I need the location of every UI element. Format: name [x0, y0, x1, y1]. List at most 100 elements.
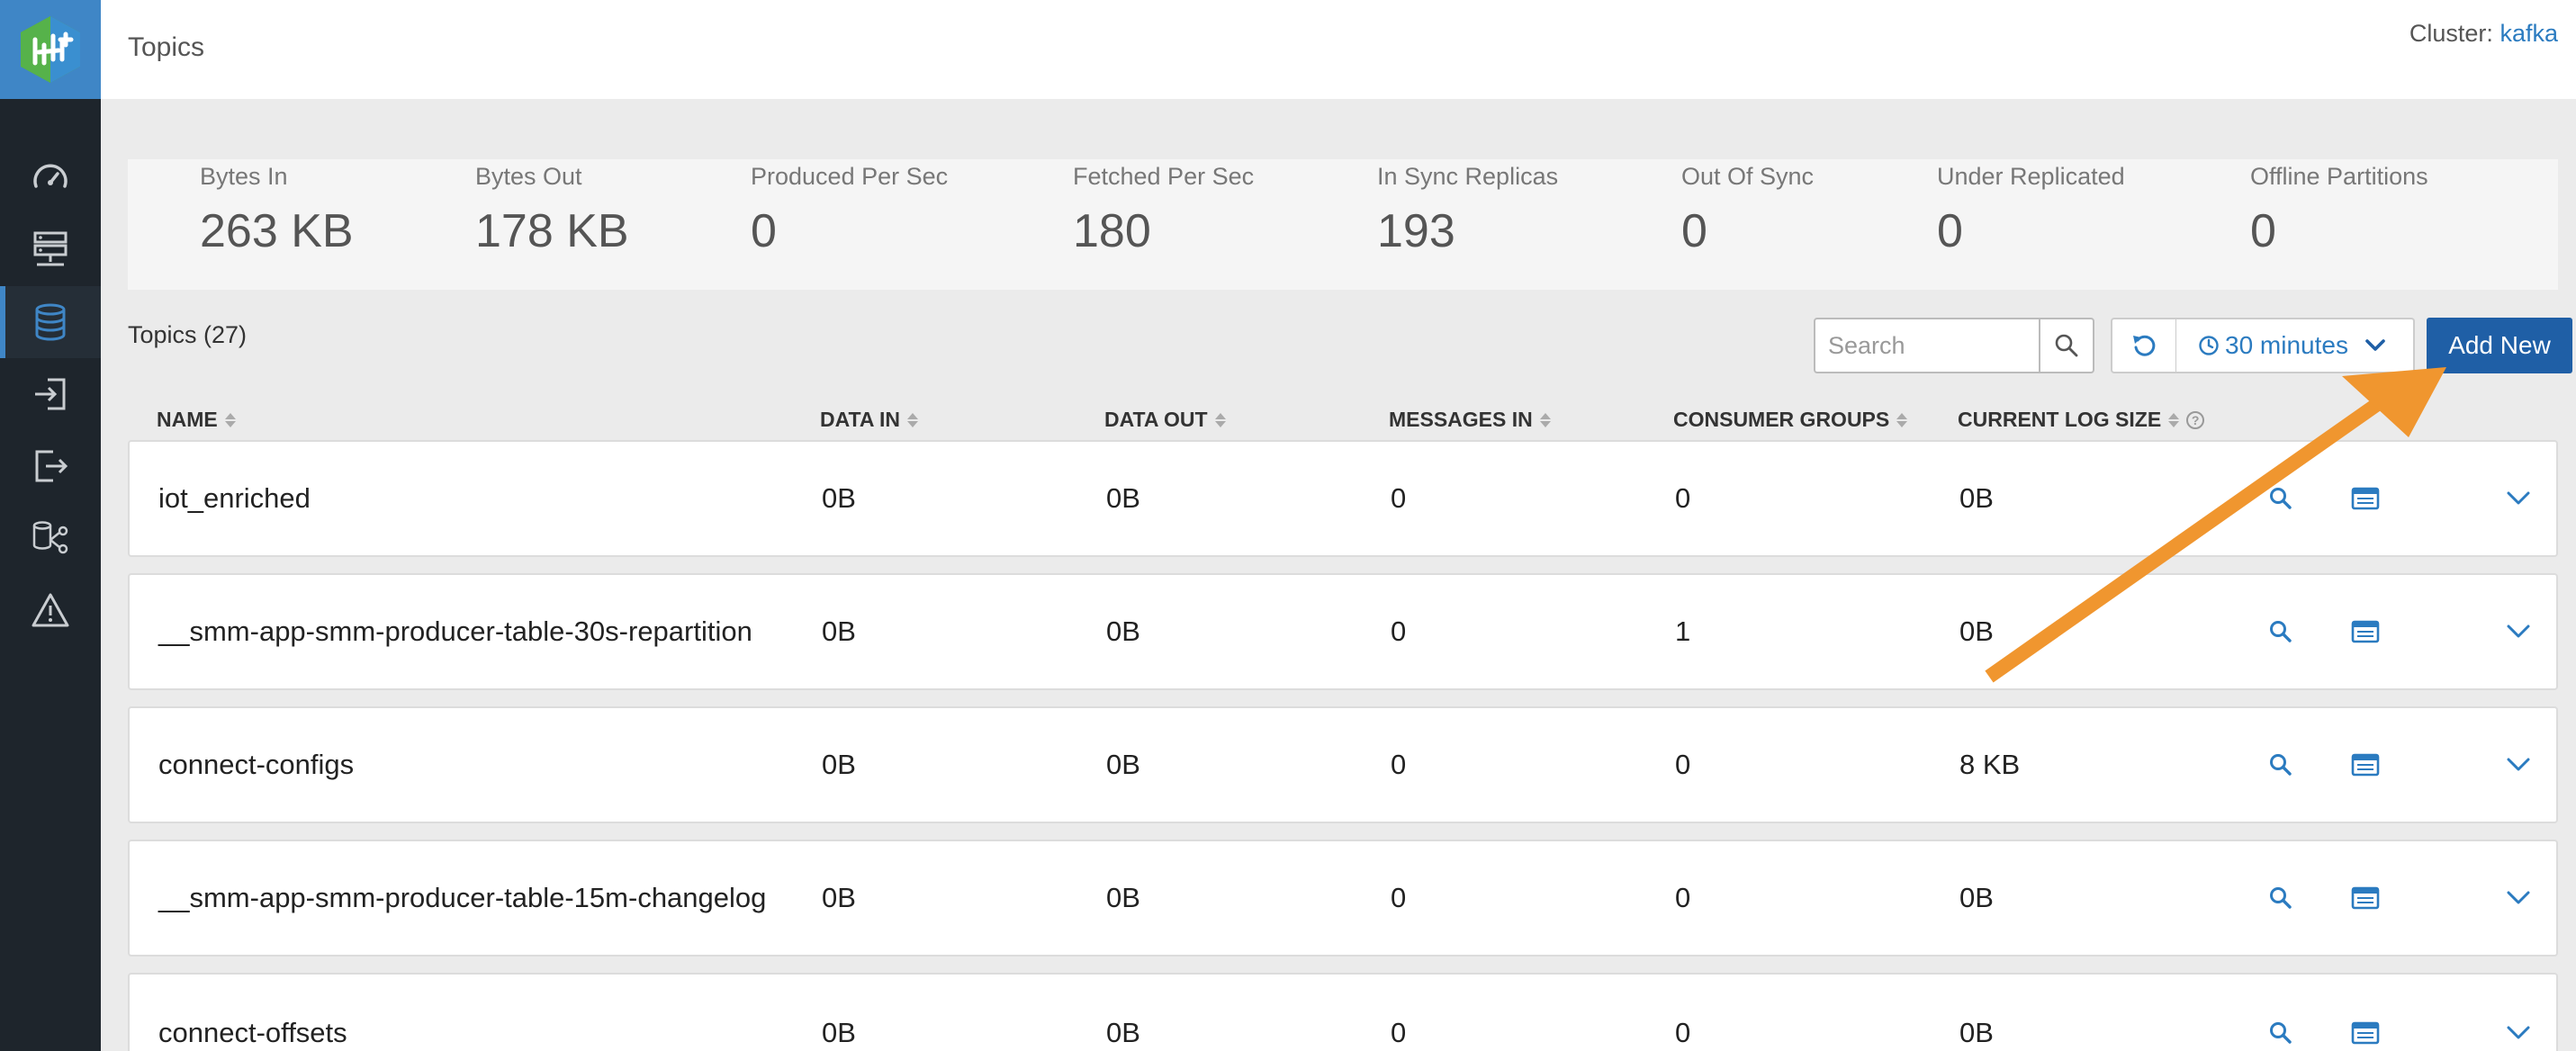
sort-icon — [1214, 412, 1226, 427]
consumers-logout-icon — [35, 450, 68, 482]
profile-card-icon[interactable] — [2346, 442, 2385, 555]
sidebar-item-brokers[interactable] — [0, 214, 101, 286]
clock-icon — [2199, 336, 2219, 355]
sort-icon — [2168, 412, 2180, 427]
stat-value: 263 KB — [200, 205, 354, 257]
dashboard-gauge-icon — [33, 164, 68, 188]
table-row[interactable]: connect-configs 0B 0B 0 0 8 KB — [128, 706, 2558, 823]
time-range-select[interactable]: 30 minutes — [2176, 318, 2415, 373]
messages-in-value: 0 — [1391, 882, 1407, 913]
column-header-data-out[interactable]: DATA OUT — [1104, 408, 1226, 432]
stat-value: 193 — [1377, 205, 1455, 257]
consumer-groups-value: 0 — [1675, 749, 1691, 780]
column-label: DATA IN — [820, 408, 901, 431]
stat-value: 178 KB — [475, 205, 629, 257]
search-input[interactable] — [1815, 319, 2039, 372]
data-explorer-share-icon — [32, 521, 68, 554]
expand-chevron-icon[interactable] — [2500, 975, 2536, 1051]
logo-icon — [21, 16, 80, 83]
sidebar-item-consumers[interactable] — [0, 430, 101, 502]
cluster-link[interactable]: kafka — [2499, 20, 2558, 47]
consumer-groups-value: 1 — [1675, 615, 1691, 647]
expand-chevron-icon[interactable] — [2500, 708, 2536, 822]
data-out-value: 0B — [1106, 482, 1140, 514]
column-label: CONSUMER GROUPS — [1673, 408, 1890, 431]
column-header-data-in[interactable]: DATA IN — [820, 408, 919, 432]
topic-name[interactable]: __smm-app-smm-producer-table-15m-changel… — [158, 841, 766, 955]
data-in-value: 0B — [822, 615, 856, 647]
data-out-value: 0B — [1106, 615, 1140, 647]
profile-card-icon[interactable] — [2346, 975, 2385, 1051]
help-icon[interactable]: ? — [2186, 410, 2205, 429]
expand-chevron-icon[interactable] — [2500, 841, 2536, 955]
log-size-value: 8 KB — [1959, 749, 2021, 780]
stat-value: 0 — [2250, 205, 2276, 257]
search-data-icon[interactable] — [2263, 575, 2299, 688]
data-in-value: 0B — [822, 1017, 856, 1048]
search-data-icon[interactable] — [2263, 708, 2299, 822]
stat-value: 0 — [1937, 205, 1963, 257]
column-label: MESSAGES IN — [1389, 408, 1533, 431]
topic-name[interactable]: iot_enriched — [158, 442, 311, 555]
expand-chevron-icon[interactable] — [2500, 575, 2536, 688]
profile-card-icon[interactable] — [2346, 708, 2385, 822]
topics-count: Topics (27) — [128, 321, 248, 348]
brokers-server-icon — [33, 231, 68, 266]
app-logo[interactable] — [0, 0, 101, 99]
table-row[interactable]: connect-offsets 0B 0B 0 0 0B — [128, 973, 2558, 1051]
column-label: DATA OUT — [1104, 408, 1208, 431]
sidebar-item-producers[interactable] — [0, 358, 101, 430]
stat-value: 180 — [1073, 205, 1151, 257]
search-data-icon[interactable] — [2263, 442, 2299, 555]
topic-name[interactable]: connect-offsets — [158, 975, 347, 1051]
add-new-button[interactable]: Add New — [2427, 318, 2572, 373]
topics-database-icon — [35, 303, 66, 341]
stat-label: Fetched Per Sec — [1073, 163, 1255, 190]
data-out-value: 0B — [1106, 882, 1140, 913]
stat-label: Out Of Sync — [1681, 163, 1815, 190]
sidebar — [0, 0, 101, 1051]
column-label: NAME — [157, 408, 218, 431]
table-row[interactable]: iot_enriched 0B 0B 0 0 0B — [128, 440, 2558, 557]
consumer-groups-value: 0 — [1675, 882, 1691, 913]
stat-label: Under Replicated — [1937, 163, 2125, 190]
column-header-messages-in[interactable]: MESSAGES IN — [1389, 408, 1551, 432]
chevron-down-icon — [2364, 338, 2386, 353]
expand-chevron-icon[interactable] — [2500, 442, 2536, 555]
cluster-indicator: Cluster: kafka — [2409, 20, 2558, 48]
data-in-value: 0B — [822, 882, 856, 913]
topic-name[interactable]: __smm-app-smm-producer-table-30s-reparti… — [158, 575, 752, 688]
log-size-value: 0B — [1959, 882, 1994, 913]
table-row[interactable]: __smm-app-smm-producer-table-30s-reparti… — [128, 573, 2558, 690]
topic-name[interactable]: connect-configs — [158, 708, 354, 822]
messages-in-value: 0 — [1391, 1017, 1407, 1048]
messages-in-value: 0 — [1391, 749, 1407, 780]
sidebar-item-topics[interactable] — [0, 286, 101, 358]
consumer-groups-value: 0 — [1675, 1017, 1691, 1048]
metrics-summary: Bytes In 263 KB Bytes Out 178 KB Produce… — [128, 159, 2558, 290]
column-header-current-log-size[interactable]: CURRENT LOG SIZE ? — [1958, 408, 2205, 432]
table-row[interactable]: __smm-app-smm-producer-table-15m-changel… — [128, 840, 2558, 957]
column-header-consumer-groups[interactable]: CONSUMER GROUPS — [1673, 408, 1908, 432]
profile-card-icon[interactable] — [2346, 841, 2385, 955]
refresh-button[interactable] — [2111, 318, 2177, 373]
sidebar-item-alerts[interactable] — [0, 574, 101, 646]
sort-icon — [224, 412, 236, 427]
consumer-groups-value: 0 — [1675, 482, 1691, 514]
sidebar-item-dashboard[interactable] — [0, 142, 101, 214]
alerts-warning-icon — [32, 593, 69, 627]
sidebar-item-data-explorer[interactable] — [0, 502, 101, 574]
log-size-value: 0B — [1959, 1017, 1994, 1048]
data-out-value: 0B — [1106, 749, 1140, 780]
column-header-name[interactable]: NAME — [157, 408, 236, 432]
stat-label: In Sync Replicas — [1377, 163, 1559, 190]
time-range-value: 30 minutes — [2225, 331, 2348, 359]
messages-in-value: 0 — [1391, 615, 1407, 647]
search-data-icon[interactable] — [2263, 841, 2299, 955]
search-button[interactable] — [2039, 319, 2093, 372]
stat-label: Offline Partitions — [2250, 163, 2428, 190]
profile-card-icon[interactable] — [2346, 575, 2385, 688]
refresh-icon — [2133, 335, 2156, 356]
page-title: Topics — [128, 32, 205, 62]
search-data-icon[interactable] — [2263, 975, 2299, 1051]
